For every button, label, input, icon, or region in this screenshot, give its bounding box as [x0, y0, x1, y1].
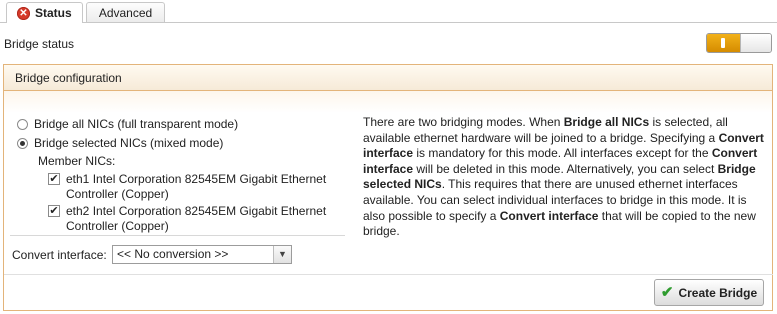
nic-item-eth2[interactable]: ✔ eth2 Intel Corporation 82545EM Gigabit…: [48, 204, 326, 234]
panel-title: Bridge configuration: [4, 65, 772, 91]
chevron-down-icon[interactable]: ▼: [273, 246, 291, 263]
bridge-status-toggle[interactable]: [706, 33, 772, 53]
nic-checkbox-eth2[interactable]: ✔: [48, 205, 60, 217]
checkmark-icon: ✔: [660, 284, 674, 301]
convert-interface-value: << No conversion >>: [117, 247, 229, 261]
tab-advanced[interactable]: Advanced: [86, 2, 165, 22]
form-divider: [10, 235, 345, 236]
tab-advanced-label: Advanced: [98, 5, 153, 20]
member-nics-label: Member NICs:: [38, 154, 116, 168]
help-text: There are two bridging modes. When Bridg…: [363, 115, 768, 240]
convert-interface-label: Convert interface:: [12, 248, 107, 262]
bridge-status-label: Bridge status: [4, 37, 75, 51]
help-text-segment: will be deleted in this mode. Alternativ…: [413, 161, 718, 176]
help-text-bold: Convert interface: [499, 208, 599, 223]
create-bridge-button[interactable]: ✔ Create Bridge: [654, 279, 764, 306]
radio-bridge-selected-label: Bridge selected NICs (mixed mode): [34, 136, 224, 150]
toggle-thumb[interactable]: [740, 34, 771, 52]
nic-item-eth1[interactable]: ✔ eth1 Intel Corporation 82545EM Gigabit…: [48, 172, 326, 202]
nic-checkbox-eth1[interactable]: ✔: [48, 173, 60, 185]
tab-status-label: Status: [35, 6, 72, 20]
radio-circle-selected[interactable]: [17, 137, 28, 149]
help-text-segment: is mandatory for this mode. All interfac…: [413, 146, 712, 161]
radio-bridge-all-label: Bridge all NICs (full transparent mode): [34, 117, 239, 131]
nic-eth2-line2: Controller (Copper): [66, 219, 169, 233]
toggle-on-indicator: [721, 38, 725, 48]
tab-baseline: [0, 22, 777, 23]
convert-interface-select[interactable]: << No conversion >> ▼: [112, 245, 292, 264]
nic-eth1-line1: eth1 Intel Corporation 82545EM Gigabit E…: [66, 172, 327, 186]
radio-bridge-all[interactable]: Bridge all NICs (full transparent mode): [17, 117, 238, 131]
radio-bridge-selected[interactable]: Bridge selected NICs (mixed mode): [17, 136, 223, 150]
create-bridge-label: Create Bridge: [678, 285, 758, 300]
nic-eth2-line1: eth2 Intel Corporation 82545EM Gigabit E…: [66, 204, 327, 218]
help-text-segment: There are two bridging modes. When: [363, 115, 564, 129]
error-icon: ✕: [17, 6, 30, 20]
nic-label-eth1: eth1 Intel Corporation 82545EM Gigabit E…: [66, 172, 326, 202]
nic-label-eth2: eth2 Intel Corporation 82545EM Gigabit E…: [66, 204, 326, 234]
footer-divider: [4, 274, 773, 275]
nic-eth1-line2: Controller (Copper): [66, 187, 169, 201]
tab-bar: ✕ Status Advanced: [0, 0, 777, 23]
help-text-bold: Bridge all NICs: [563, 115, 650, 129]
tab-status[interactable]: ✕ Status: [6, 2, 83, 23]
radio-circle[interactable]: [17, 118, 28, 130]
